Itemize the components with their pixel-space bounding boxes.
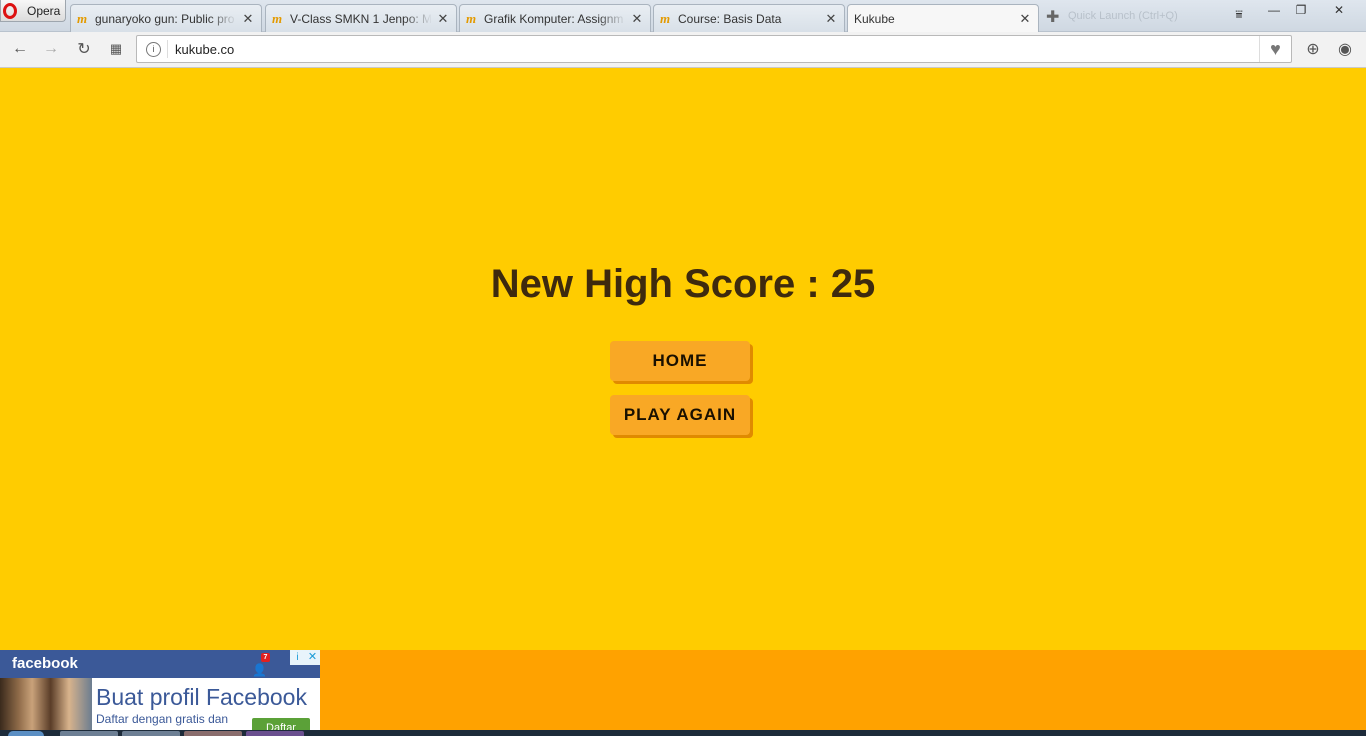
facebook-ad[interactable]: facebook 👤 7 i ✕ Buat profil Facebook Da… [0,650,320,730]
account-icon[interactable]: ◉ [1334,38,1356,60]
forward-arrow-icon[interactable]: → [40,38,62,60]
close-tab-icon[interactable]: ✕ [630,11,644,27]
tab-strip: Opera m gunaryoko gun: Public pro ✕ m V-… [0,0,1366,33]
tab-vclass[interactable]: m V-Class SMKN 1 Jenpo: My ✕ [265,4,457,32]
navigation-bar: ← → ↻ ▦ i kukube.co ♥ ⊕ ◉ [0,32,1366,68]
close-tab-icon[interactable]: ✕ [1018,11,1032,27]
url-text[interactable]: kukube.co [175,42,234,57]
opera-menu-label: Opera [27,3,61,18]
minimize-icon[interactable]: — [1262,0,1286,20]
close-tab-icon[interactable]: ✕ [241,11,255,27]
tab-menu-icon[interactable]: ⩸ [1228,4,1250,24]
taskbar-app-4[interactable] [246,731,304,736]
notification-badge: 7 [261,653,270,662]
adchoices-icon[interactable]: i [290,650,305,665]
close-tab-icon[interactable]: ✕ [824,11,838,27]
new-tab-icon[interactable]: ✚ [1046,7,1059,27]
taskbar-opera[interactable] [184,731,242,736]
high-score-heading: New High Score : 25 [490,262,876,306]
tab-title: Kukube [854,12,895,26]
tab-basis-data[interactable]: m Course: Basis Data ✕ [653,4,845,32]
address-bar[interactable]: i kukube.co ♥ [136,35,1292,63]
restore-icon[interactable]: ❐ [1290,0,1312,20]
moodle-favicon-icon: m [660,10,671,26]
ad-subtext: Daftar dengan gratis dan [96,712,229,726]
speed-dial-grid-icon[interactable]: ▦ [105,38,127,60]
reload-icon[interactable]: ↻ [73,38,95,60]
game-page: New High Score : 25 HOME PLAY AGAIN [0,69,1366,650]
taskbar-app-1[interactable] [60,731,118,736]
ad-headline[interactable]: Buat profil Facebook [96,684,307,711]
site-info-icon[interactable]: i [146,42,161,57]
moodle-favicon-icon: m [466,10,477,26]
ad-signup-button[interactable]: Daftar [252,718,310,730]
facebook-logo: facebook [12,655,78,672]
tab-title: Grafik Komputer: Assignm [484,11,624,26]
ad-photo [0,678,92,730]
tab-title: Course: Basis Data [678,11,782,26]
home-button[interactable]: HOME [610,341,750,381]
moodle-favicon-icon: m [77,10,88,26]
address-separator [167,40,168,58]
tab-grafik-komputer[interactable]: m Grafik Komputer: Assignm ✕ [459,4,651,32]
tab-gunaryoko[interactable]: m gunaryoko gun: Public pro ✕ [70,4,262,32]
moodle-favicon-icon: m [272,10,283,26]
window-close-icon[interactable]: ✕ [1328,0,1350,20]
taskbar-app-2[interactable] [122,731,180,736]
tab-title: V-Class SMKN 1 Jenpo: My [290,11,432,26]
opera-logo-icon [3,2,17,19]
close-tab-icon[interactable]: ✕ [436,11,450,27]
quick-launch-hint: Quick Launch (Ctrl+Q) [1068,10,1178,22]
ad-close-icon[interactable]: ✕ [305,650,320,665]
download-icon[interactable]: ⊕ [1302,38,1324,60]
start-button[interactable] [8,731,44,736]
opera-menu-button[interactable]: Opera [0,0,66,22]
play-again-button[interactable]: PLAY AGAIN [610,395,750,435]
tab-kukube[interactable]: ▤ Kukube ✕ [847,4,1039,33]
stash-heart-icon[interactable]: ♥ [1259,36,1291,62]
back-arrow-icon[interactable]: ← [9,38,31,60]
facebook-ad-header: facebook 👤 7 [0,650,320,678]
tab-title: gunaryoko gun: Public pro [95,11,235,26]
